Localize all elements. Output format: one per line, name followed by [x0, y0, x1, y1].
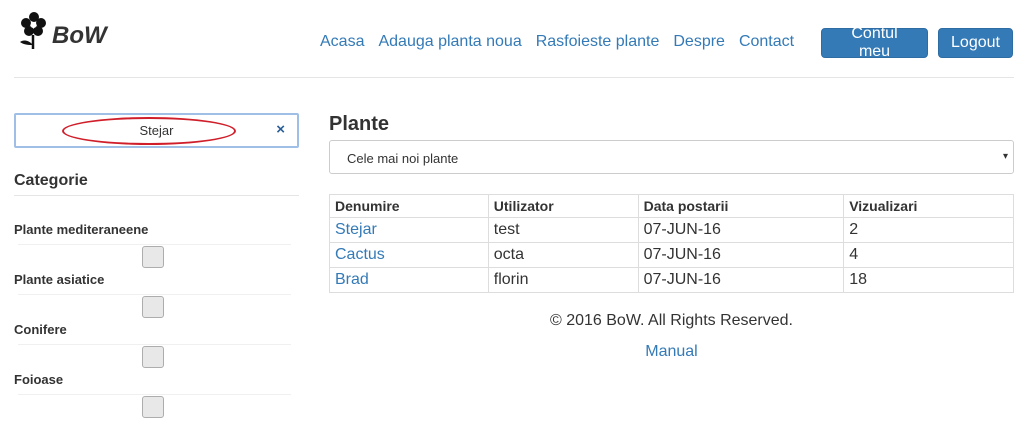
- footer-manual: Manual: [329, 343, 1014, 361]
- search-input[interactable]: Stejar ×: [14, 113, 299, 148]
- category-item: Plante asiatice: [14, 272, 299, 318]
- user-cell: florin: [487, 267, 639, 293]
- category-checkbox[interactable]: [142, 296, 164, 318]
- category-row: [18, 394, 291, 418]
- category-checkbox[interactable]: [142, 346, 164, 368]
- category-item: Foioase: [14, 372, 299, 418]
- table-row: Stejar test 07-JUN-16 2: [329, 217, 1014, 243]
- main-nav: Acasa Adauga planta noua Rasfoieste plan…: [320, 33, 808, 51]
- plants-table: Denumire Utilizator Data postarii Vizual…: [329, 194, 1014, 293]
- close-icon[interactable]: ×: [276, 121, 285, 138]
- user-cell: test: [487, 217, 639, 243]
- category-checkbox[interactable]: [142, 396, 164, 418]
- table-row: Cactus octa 07-JUN-16 4: [329, 242, 1014, 268]
- plant-link[interactable]: Cactus: [335, 246, 385, 263]
- category-checkbox[interactable]: [142, 246, 164, 268]
- views-cell: 2: [843, 217, 1014, 243]
- my-account-button[interactable]: Contul meu: [821, 25, 928, 60]
- header-divider: [14, 77, 1014, 78]
- category-item: Conifere: [14, 322, 299, 368]
- category-divider: [14, 195, 299, 196]
- nav-contact[interactable]: Contact: [739, 33, 794, 51]
- views-cell: 4: [843, 242, 1014, 268]
- column-header-views[interactable]: Vizualizari: [843, 194, 1014, 218]
- sort-select-value: Cele mai noi plante: [347, 151, 459, 166]
- plant-name-cell: Stejar: [329, 217, 489, 243]
- column-header-name[interactable]: Denumire: [329, 194, 489, 218]
- table-row: Brad florin 07-JUN-16 18: [329, 267, 1014, 293]
- copyright-text: © 2016 BoW. All Rights Reserved.: [549, 312, 793, 329]
- views-cell: 18: [843, 267, 1014, 293]
- plant-name-cell: Cactus: [329, 242, 489, 268]
- page-title: Plante: [329, 113, 390, 135]
- user-cell: octa: [487, 242, 639, 268]
- nav-home[interactable]: Acasa: [320, 33, 364, 51]
- manual-link[interactable]: Manual: [645, 343, 697, 360]
- column-header-date[interactable]: Data postarii: [637, 194, 845, 218]
- nav-add-plant[interactable]: Adauga planta noua: [378, 33, 521, 51]
- nav-browse-plants[interactable]: Rasfoieste plante: [536, 33, 660, 51]
- category-row: [18, 244, 291, 268]
- caret-down-icon: ▾: [1002, 151, 1008, 162]
- date-cell: 07-JUN-16: [637, 267, 845, 293]
- nav-about[interactable]: Despre: [673, 33, 725, 51]
- logo-text: BoW: [52, 22, 107, 49]
- search-input-value: Stejar: [139, 123, 174, 138]
- category-label: Conifere: [14, 322, 67, 337]
- plant-link[interactable]: Stejar: [335, 221, 377, 238]
- category-label: Foioase: [14, 372, 64, 387]
- date-cell: 07-JUN-16: [637, 217, 845, 243]
- sort-select[interactable]: Cele mai noi plante ▾: [329, 140, 1014, 174]
- plant-link[interactable]: Brad: [335, 271, 369, 288]
- category-label: Plante asiatice: [14, 272, 105, 287]
- logo[interactable]: BoW: [14, 12, 107, 50]
- plant-name-cell: Brad: [329, 267, 489, 293]
- category-row: [18, 344, 291, 368]
- category-label: Plante mediteraneene: [14, 222, 149, 237]
- logout-button[interactable]: Logout: [938, 28, 1013, 58]
- column-header-user[interactable]: Utilizator: [487, 194, 639, 218]
- flower-icon: [20, 12, 46, 49]
- category-row: [18, 294, 291, 318]
- category-item: Plante mediteraneene: [14, 222, 299, 268]
- table-header-row: Denumire Utilizator Data postarii Vizual…: [329, 194, 1014, 218]
- date-cell: 07-JUN-16: [637, 242, 845, 268]
- category-title: Categorie: [14, 172, 88, 189]
